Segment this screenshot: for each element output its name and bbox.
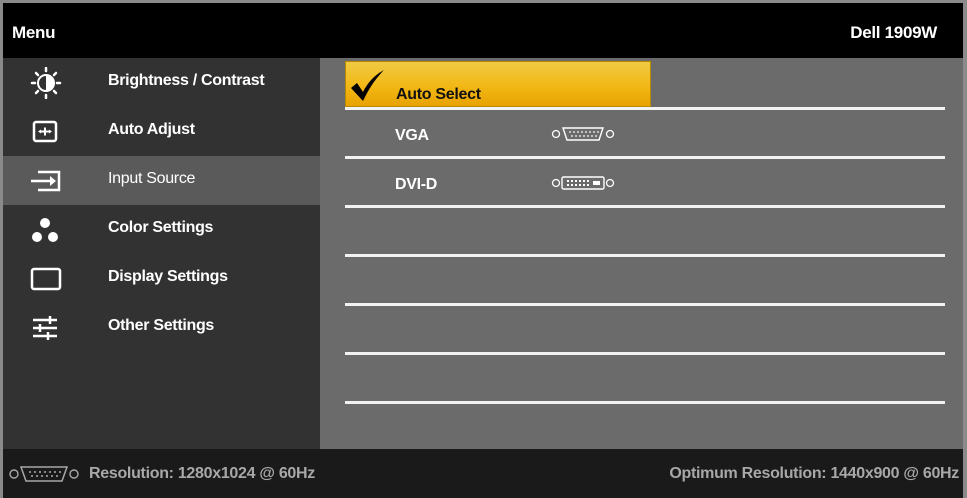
osd-header: Menu Dell 1909W xyxy=(3,3,963,58)
sidebar-item-color-settings[interactable]: Color Settings xyxy=(3,205,320,254)
selection-highlight: Auto Select xyxy=(345,61,651,107)
menu-title: Menu xyxy=(12,23,56,42)
option-dvi-d[interactable]: DVI-D xyxy=(345,159,945,208)
monitor-osd-menu: Menu Dell 1909W Brightness / Contrast Au… xyxy=(0,0,967,498)
auto-adjust-icon xyxy=(32,120,58,143)
option-label: Auto Select xyxy=(396,86,481,103)
vga-connector-icon xyxy=(9,466,79,482)
option-label: VGA xyxy=(395,127,429,144)
sidebar-item-brightness-contrast[interactable]: Brightness / Contrast xyxy=(3,58,320,107)
vga-connector-icon xyxy=(551,127,615,141)
sidebar-item-label: Input Source xyxy=(108,170,196,187)
option-vga[interactable]: VGA xyxy=(345,110,945,159)
input-source-icon xyxy=(31,170,61,192)
checkmark-icon xyxy=(351,70,384,101)
sidebar-item-auto-adjust[interactable]: Auto Adjust xyxy=(3,107,320,156)
status-bar: Resolution: 1280x1024 @ 60Hz Optimum Res… xyxy=(3,449,963,498)
sidebar-item-input-source[interactable]: Input Source xyxy=(3,156,320,205)
color-settings-icon xyxy=(32,218,58,242)
current-resolution: Resolution: 1280x1024 @ 60Hz xyxy=(89,465,315,482)
sidebar-item-label: Other Settings xyxy=(108,317,215,334)
empty-row xyxy=(345,306,945,355)
option-auto-select[interactable]: Auto Select xyxy=(345,61,945,110)
sidebar-item-label: Display Settings xyxy=(108,268,228,285)
osd-sidebar: Brightness / Contrast Auto Adjust Input … xyxy=(3,58,320,449)
option-label: DVI-D xyxy=(395,176,438,193)
row-divider xyxy=(345,401,945,404)
sidebar-item-label: Auto Adjust xyxy=(108,121,195,138)
empty-row xyxy=(345,355,945,404)
sidebar-item-label: Brightness / Contrast xyxy=(108,72,265,89)
sidebar-item-label: Color Settings xyxy=(108,219,214,236)
empty-row xyxy=(345,208,945,257)
sidebar-item-display-settings[interactable]: Display Settings xyxy=(3,254,320,303)
empty-row xyxy=(345,257,945,306)
display-settings-icon xyxy=(30,267,62,291)
other-settings-icon xyxy=(33,316,57,340)
monitor-model: Dell 1909W xyxy=(850,23,937,42)
dvi-connector-icon xyxy=(551,176,615,190)
optimum-resolution: Optimum Resolution: 1440x900 @ 60Hz xyxy=(669,465,959,482)
brightness-icon xyxy=(30,67,62,99)
input-source-panel: Auto Select VGA DVI-D xyxy=(320,58,963,449)
sidebar-item-other-settings[interactable]: Other Settings xyxy=(3,303,320,352)
